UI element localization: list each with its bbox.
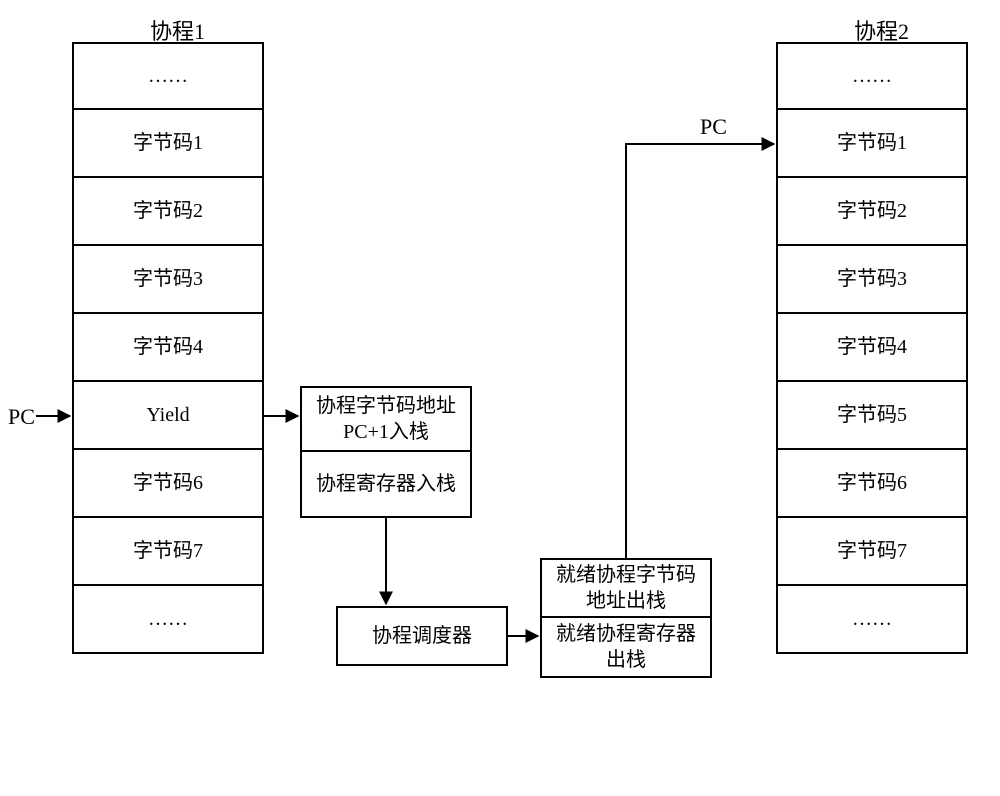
c2-cell-7: 字节码7: [776, 518, 968, 586]
push-reg: 协程寄存器入栈: [300, 452, 472, 518]
c2-cell-0: ……: [776, 42, 968, 110]
c1-cell-3: 字节码3: [72, 246, 264, 314]
push-pc: 协程字节码地址 PC+1入栈: [300, 386, 472, 452]
pc-left-label: PC: [8, 404, 35, 430]
c1-cell-4: 字节码4: [72, 314, 264, 382]
c2-cell-5: 字节码5: [776, 382, 968, 450]
pc-right-label: PC: [700, 114, 727, 140]
c1-cell-yield: Yield: [72, 382, 264, 450]
pop-stack: 就绪协程字节码 地址出栈 就绪协程寄存器 出栈: [540, 558, 712, 678]
pop-addr: 就绪协程字节码 地址出栈: [540, 558, 712, 618]
c1-cell-6: 字节码6: [72, 450, 264, 518]
c1-cell-7: 字节码7: [72, 518, 264, 586]
arrow-pop-to-c2: [626, 144, 774, 558]
c1-cell-0: ……: [72, 42, 264, 110]
c2-cell-2: 字节码2: [776, 178, 968, 246]
c2-cell-8: ……: [776, 586, 968, 654]
pop-reg: 就绪协程寄存器 出栈: [540, 618, 712, 678]
scheduler-box: 协程调度器: [336, 606, 508, 666]
c1-cell-8: ……: [72, 586, 264, 654]
c1-cell-2: 字节码2: [72, 178, 264, 246]
c2-cell-3: 字节码3: [776, 246, 968, 314]
c2-cell-1: 字节码1: [776, 110, 968, 178]
coroutine2-column: …… 字节码1 字节码2 字节码3 字节码4 字节码5 字节码6 字节码7 ……: [776, 42, 968, 654]
push-stack: 协程字节码地址 PC+1入栈 协程寄存器入栈: [300, 386, 472, 518]
c2-cell-6: 字节码6: [776, 450, 968, 518]
c1-cell-1: 字节码1: [72, 110, 264, 178]
c2-cell-4: 字节码4: [776, 314, 968, 382]
coroutine1-column: …… 字节码1 字节码2 字节码3 字节码4 Yield 字节码6 字节码7 ……: [72, 42, 264, 654]
